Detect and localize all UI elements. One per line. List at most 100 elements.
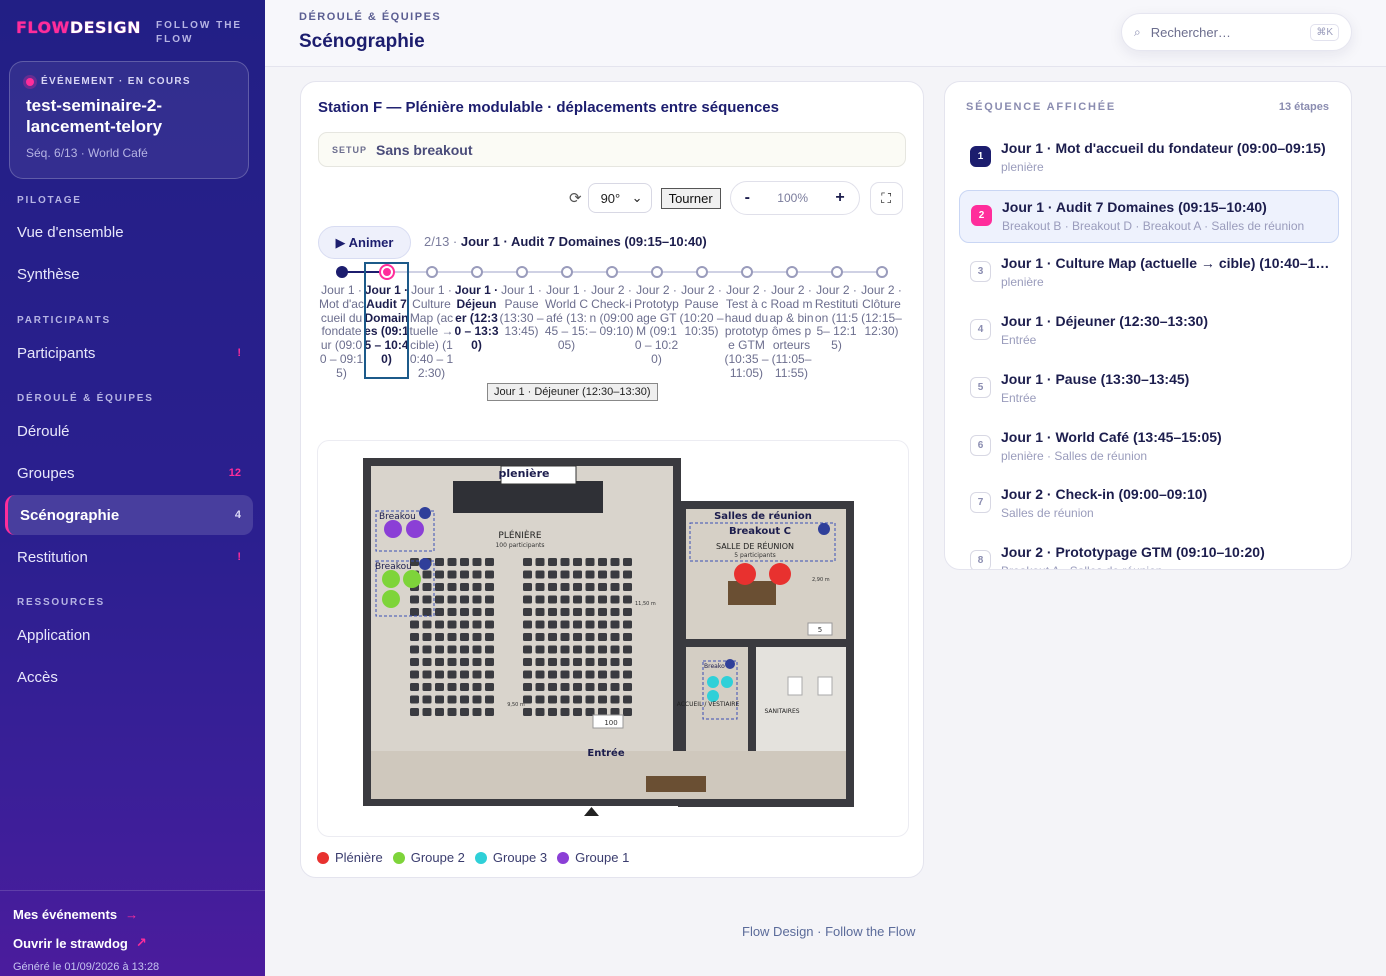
my-events-link[interactable]: Mes événements → xyxy=(13,907,252,922)
sequence-item[interactable]: 7 Jour 2 · Check-in (09:00–09:10) Salles d… xyxy=(959,478,1339,531)
current-event-card[interactable]: ÉVÉNEMENT · EN COURS test-seminaire-2-la… xyxy=(9,61,249,179)
chair xyxy=(460,658,469,666)
chevron-down-icon: ⌄ xyxy=(631,190,643,205)
arrow-right-icon: → xyxy=(125,907,139,922)
chair xyxy=(485,620,494,629)
timeline-step[interactable]: Jour 2 · Clôture (12:15– 12:30) xyxy=(859,264,904,339)
timeline-step[interactable]: Jour 1 · Pause (13:30 – 13:45) xyxy=(499,264,544,339)
nav-item-groupes[interactable]: Groupes 12 xyxy=(5,453,253,493)
chair xyxy=(447,595,457,604)
sequence-item[interactable]: 5 Jour 1 · Pause (13:30–13:45) Entrée xyxy=(959,363,1339,416)
timeline-step[interactable]: Jour 2 · Prototypage GTM (09:10 – 10:20) xyxy=(634,264,679,367)
chair xyxy=(535,633,545,641)
chair xyxy=(560,695,570,704)
zone-label-pleniere: plenière xyxy=(498,467,549,480)
setup-label: SETUP xyxy=(332,144,368,155)
sequence-item[interactable]: 3 Jour 1 · Culture Map (actuelle → cible)… xyxy=(959,247,1339,300)
sequence-item[interactable]: 2 Jour 1 · Audit 7 Domaines (09:15–10:40)… xyxy=(959,189,1339,243)
chair xyxy=(472,570,482,579)
chair xyxy=(460,608,469,616)
chair xyxy=(560,583,570,591)
nav-label: Vue d'ensemble xyxy=(17,223,124,241)
chair xyxy=(548,708,557,716)
timeline-dot xyxy=(695,266,708,278)
nav-item-deroule[interactable]: Déroulé xyxy=(5,411,253,451)
timeline-step[interactable]: Jour 1 · World Café (13:45 – 15:05) xyxy=(544,264,589,353)
sequence-number: 6 xyxy=(970,434,991,456)
sequence-item[interactable]: 8 Jour 2 · Prototypage GTM (09:10–10:20) B… xyxy=(959,536,1339,569)
timeline-dot xyxy=(380,266,393,278)
zoom-in-button[interactable]: + xyxy=(835,189,844,207)
chair xyxy=(447,583,457,591)
nav-item-overview[interactable]: Vue d'ensemble xyxy=(5,212,253,252)
sequence-item[interactable]: 1 Jour 1 · Mot d'accueil du fondateur (09… xyxy=(959,132,1339,185)
chair xyxy=(598,658,607,666)
top-bar: DÉROULÉ & ÉQUIPES Scénographie ⌕ ⌘K xyxy=(265,0,1386,67)
sequence-title: Jour 2 · Prototypage GTM (09:10–10:20) xyxy=(1001,543,1265,560)
brand-logo[interactable]: FLOWDESIGN xyxy=(16,18,141,37)
room-label: SANITAIRES xyxy=(764,708,799,715)
chair xyxy=(460,595,469,604)
chair xyxy=(585,620,595,629)
edit-icon[interactable] xyxy=(818,523,830,535)
rotate-button[interactable]: Tourner xyxy=(660,187,721,209)
legend-item-pleniere: Plénière xyxy=(317,850,383,865)
sequence-item[interactable]: 6 Jour 1 · World Café (13:45–15:05) pleniè… xyxy=(959,421,1339,474)
open-strawdog-link[interactable]: Ouvrir le strawdog ↗ xyxy=(13,935,252,951)
timeline-step[interactable]: Jour 1 · Audit 7 Domaines (09:15 – 10:40… xyxy=(364,262,409,379)
search-box[interactable]: ⌕ ⌘K xyxy=(1121,13,1352,51)
fullscreen-button[interactable]: ⛶ xyxy=(869,181,903,215)
chair xyxy=(460,558,469,566)
room-label: PLÉNIÈRE xyxy=(498,529,541,541)
nav-item-restitution[interactable]: Restitution! xyxy=(5,537,253,577)
chair xyxy=(435,645,444,654)
edit-icon[interactable] xyxy=(725,659,735,669)
chair xyxy=(447,645,457,654)
chair xyxy=(548,658,557,666)
warning-badge: ! xyxy=(237,551,241,563)
chair xyxy=(560,670,570,679)
timeline-step[interactable]: Jour 2 · Restitution (11:55– 12:15) xyxy=(814,264,859,353)
nav-label: Restitution xyxy=(17,548,88,566)
chair xyxy=(435,558,444,566)
timeline-step[interactable]: Jour 2 · Test à chaud du prototype GTM (… xyxy=(724,264,769,381)
timeline-step-label: Jour 1 · Mot d'accueil du fondateur (09:… xyxy=(319,283,364,380)
rotate-icon[interactable]: ⟳ xyxy=(569,189,582,207)
edit-icon[interactable] xyxy=(419,558,431,570)
timeline-step-label: Jour 2 · Test à chaud du prototype GTM (… xyxy=(724,283,769,380)
edit-icon[interactable] xyxy=(419,507,431,519)
timeline-step[interactable]: Jour 2 · Road map & binômes porteurs (11… xyxy=(769,264,814,381)
zone-label-breakout: Breakout C xyxy=(729,526,791,537)
chair xyxy=(623,670,632,679)
setup-selector[interactable]: SETUP Sans breakout xyxy=(318,132,906,167)
zoom-out-button[interactable]: - xyxy=(745,189,750,207)
sequence-item[interactable]: 4 Jour 1 · Déjeuner (12:30–13:30) Entrée xyxy=(959,305,1339,358)
nav-item-synthese[interactable]: Synthèse xyxy=(5,254,253,294)
timeline-step[interactable]: Jour 1 · Culture Map (actuelle → cible) … xyxy=(409,264,454,381)
floor-plan[interactable]: plenière PLÉNIÈRE 100 participants Break… xyxy=(317,440,909,837)
rotation-select[interactable]: 90° ⌄ xyxy=(587,183,652,213)
nav-label: Application xyxy=(17,626,91,644)
breadcrumb[interactable]: DÉROULÉ & ÉQUIPES xyxy=(299,11,441,23)
chair xyxy=(422,583,432,591)
timeline-step[interactable]: Jour 2 · Pause (10:20 – 10:35) xyxy=(679,264,724,339)
nav-item-application[interactable]: Application xyxy=(5,615,253,655)
nav-item-participants[interactable]: Participants! xyxy=(5,333,253,373)
timeline-step[interactable]: Jour 2 · Check-in (09:00 – 09:10) xyxy=(589,264,634,339)
chair xyxy=(460,645,469,654)
nav-item-acces[interactable]: Accès xyxy=(5,657,253,697)
chair xyxy=(447,658,457,666)
chair xyxy=(598,620,607,629)
timeline-step[interactable]: Jour 1 · Mot d'accueil du fondateur (09:… xyxy=(319,264,364,381)
event-status: ÉVÉNEMENT · EN COURS xyxy=(41,76,191,87)
search-input[interactable] xyxy=(1150,24,1301,40)
chair xyxy=(422,670,432,679)
nav-item-scenographie[interactable]: Scénographie 4 xyxy=(5,495,253,535)
chair xyxy=(422,708,432,716)
chair xyxy=(472,558,482,566)
chair xyxy=(548,633,557,641)
chair xyxy=(472,633,482,641)
chair xyxy=(610,608,620,616)
timeline-step[interactable]: Jour 1 · Déjeuner (12:30 – 13:30) xyxy=(454,264,499,353)
animate-button[interactable]: ▶ Animer xyxy=(318,226,411,259)
